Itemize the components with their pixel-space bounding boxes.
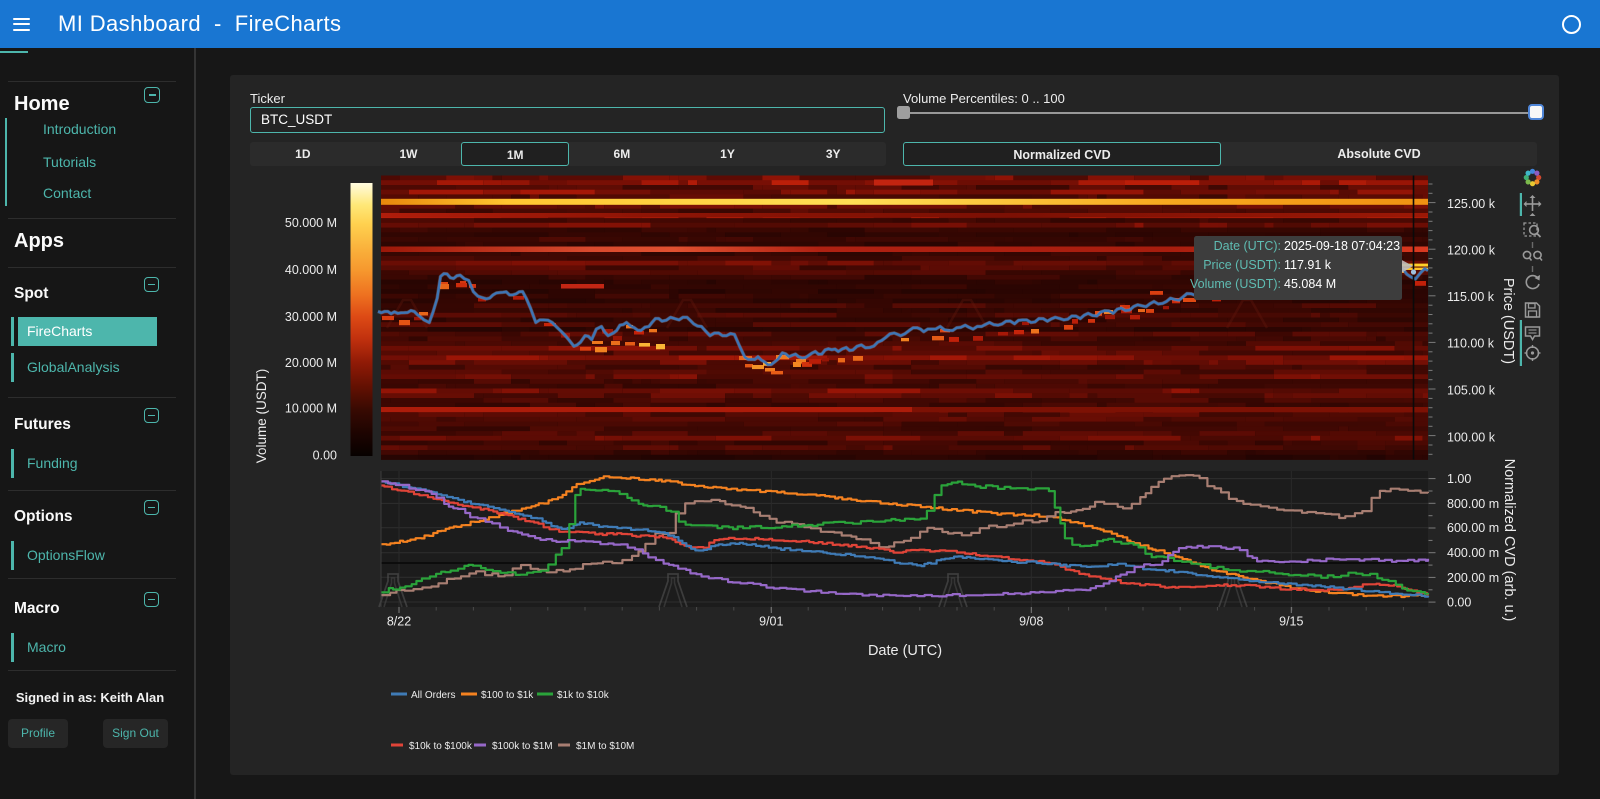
svg-text:8/22: 8/22 <box>387 615 411 629</box>
svg-text:100.00 k: 100.00 k <box>1447 431 1496 445</box>
svg-text:10.000 M: 10.000 M <box>285 401 337 415</box>
svg-text:9/01: 9/01 <box>759 615 783 629</box>
svg-text:400.00 m: 400.00 m <box>1447 546 1499 560</box>
svg-text:All Orders: All Orders <box>411 690 455 701</box>
svg-text:117.91 k: 117.91 k <box>1284 258 1332 272</box>
svg-text:110.00 k: 110.00 k <box>1447 337 1495 351</box>
svg-text:$1M to $10M: $1M to $10M <box>576 741 634 752</box>
svg-text:Normalized CVD (arb. u.): Normalized CVD (arb. u.) <box>1501 459 1517 622</box>
svg-text:$100k to $1M: $100k to $1M <box>492 741 553 752</box>
svg-text:Volume (USDT):: Volume (USDT): <box>1190 277 1281 291</box>
svg-text:20.000 M: 20.000 M <box>285 356 337 370</box>
svg-text:0.00: 0.00 <box>313 448 337 462</box>
svg-text:800.00 m: 800.00 m <box>1447 497 1499 511</box>
svg-text:120.00 k: 120.00 k <box>1447 244 1496 258</box>
svg-text:0.00: 0.00 <box>1447 596 1471 610</box>
svg-text:9/08: 9/08 <box>1019 615 1043 629</box>
svg-text:$10k to $100k: $10k to $100k <box>409 741 473 752</box>
svg-text:200.00 m: 200.00 m <box>1447 571 1499 585</box>
svg-text:115.00 k: 115.00 k <box>1447 290 1495 304</box>
svg-text:600.00 m: 600.00 m <box>1447 521 1499 535</box>
svg-text:1.00: 1.00 <box>1447 472 1471 486</box>
svg-text:$1k to $10k: $1k to $10k <box>557 690 610 701</box>
svg-text:30.000 M: 30.000 M <box>285 310 337 324</box>
svg-text:9/15: 9/15 <box>1279 615 1303 629</box>
svg-text:Date (UTC): Date (UTC) <box>868 643 942 659</box>
svg-text:Price (USDT): Price (USDT) <box>1500 278 1516 364</box>
svg-text:40.000 M: 40.000 M <box>285 263 337 277</box>
svg-text:2025-09-18 07:04:23: 2025-09-18 07:04:23 <box>1284 239 1400 253</box>
svg-text:Volume (USDT): Volume (USDT) <box>254 369 269 464</box>
svg-text:Date (UTC):: Date (UTC): <box>1214 239 1281 253</box>
svg-text:Price (USDT):: Price (USDT): <box>1203 258 1281 272</box>
svg-text:45.084 M: 45.084 M <box>1284 277 1336 291</box>
svg-text:125.00 k: 125.00 k <box>1447 197 1496 211</box>
svg-text:$100 to $1k: $100 to $1k <box>481 690 534 701</box>
svg-text:105.00 k: 105.00 k <box>1447 384 1496 398</box>
svg-text:50.000 M: 50.000 M <box>285 216 337 230</box>
